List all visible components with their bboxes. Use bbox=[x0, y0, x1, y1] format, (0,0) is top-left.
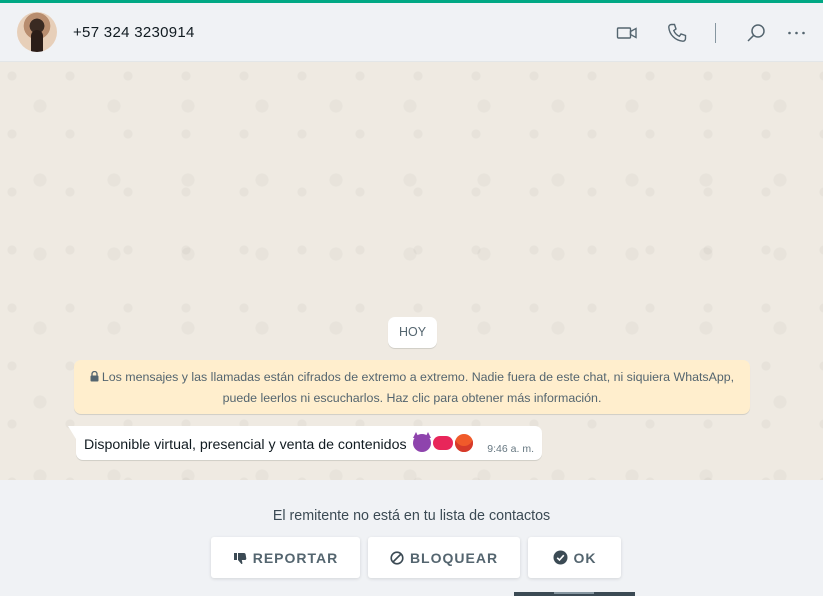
encryption-notice-line1: Los mensajes y las llamadas están cifrad… bbox=[74, 367, 750, 388]
ok-button[interactable]: OK bbox=[528, 537, 621, 578]
message-bubble[interactable]: Disponible virtual, presencial y venta d… bbox=[68, 426, 542, 460]
block-label: BLOQUEAR bbox=[409, 549, 499, 566]
message-text: Disponible virtual, presencial y venta d… bbox=[84, 432, 473, 453]
search-icon[interactable] bbox=[744, 21, 768, 45]
scrollbar-handle[interactable] bbox=[514, 592, 635, 596]
thumbs-down-icon bbox=[233, 551, 247, 565]
header-divider bbox=[715, 23, 716, 43]
contact-name[interactable]: +57 324 3230914 bbox=[73, 24, 195, 41]
lock-icon bbox=[90, 368, 99, 388]
encryption-notice[interactable]: Los mensajes y las llamadas están cifrad… bbox=[74, 360, 750, 414]
check-circle-icon bbox=[553, 550, 568, 565]
hot-face-emoji bbox=[454, 434, 473, 452]
avatar[interactable] bbox=[17, 12, 57, 52]
day-label: HOY bbox=[388, 317, 437, 348]
kiss-mark-emoji bbox=[432, 436, 453, 450]
report-label: REPORTAR bbox=[252, 549, 339, 566]
encryption-notice-line2: puede leerlos ni escucharlos. Haz clic p… bbox=[222, 391, 602, 405]
report-button[interactable]: REPORTAR bbox=[211, 537, 360, 578]
smiling-devil-emoji bbox=[412, 432, 431, 452]
bubble-tail bbox=[68, 426, 76, 439]
voice-call-icon[interactable] bbox=[665, 21, 689, 45]
video-call-icon[interactable] bbox=[615, 21, 639, 45]
unknown-sender-panel: El remitente no está en tu lista de cont… bbox=[0, 480, 823, 596]
menu-icon[interactable] bbox=[785, 21, 809, 45]
message-time: 9:46 a. m. bbox=[487, 443, 534, 455]
unknown-sender-notice: El remitente no está en tu lista de cont… bbox=[272, 508, 551, 524]
block-icon bbox=[390, 550, 404, 565]
chat-area[interactable]: HOY Los mensajes y las llamadas están ci… bbox=[0, 62, 823, 480]
block-button[interactable]: BLOQUEAR bbox=[368, 537, 520, 578]
ok-label: OK bbox=[573, 549, 597, 566]
chat-header: +57 324 3230914 bbox=[0, 3, 823, 62]
